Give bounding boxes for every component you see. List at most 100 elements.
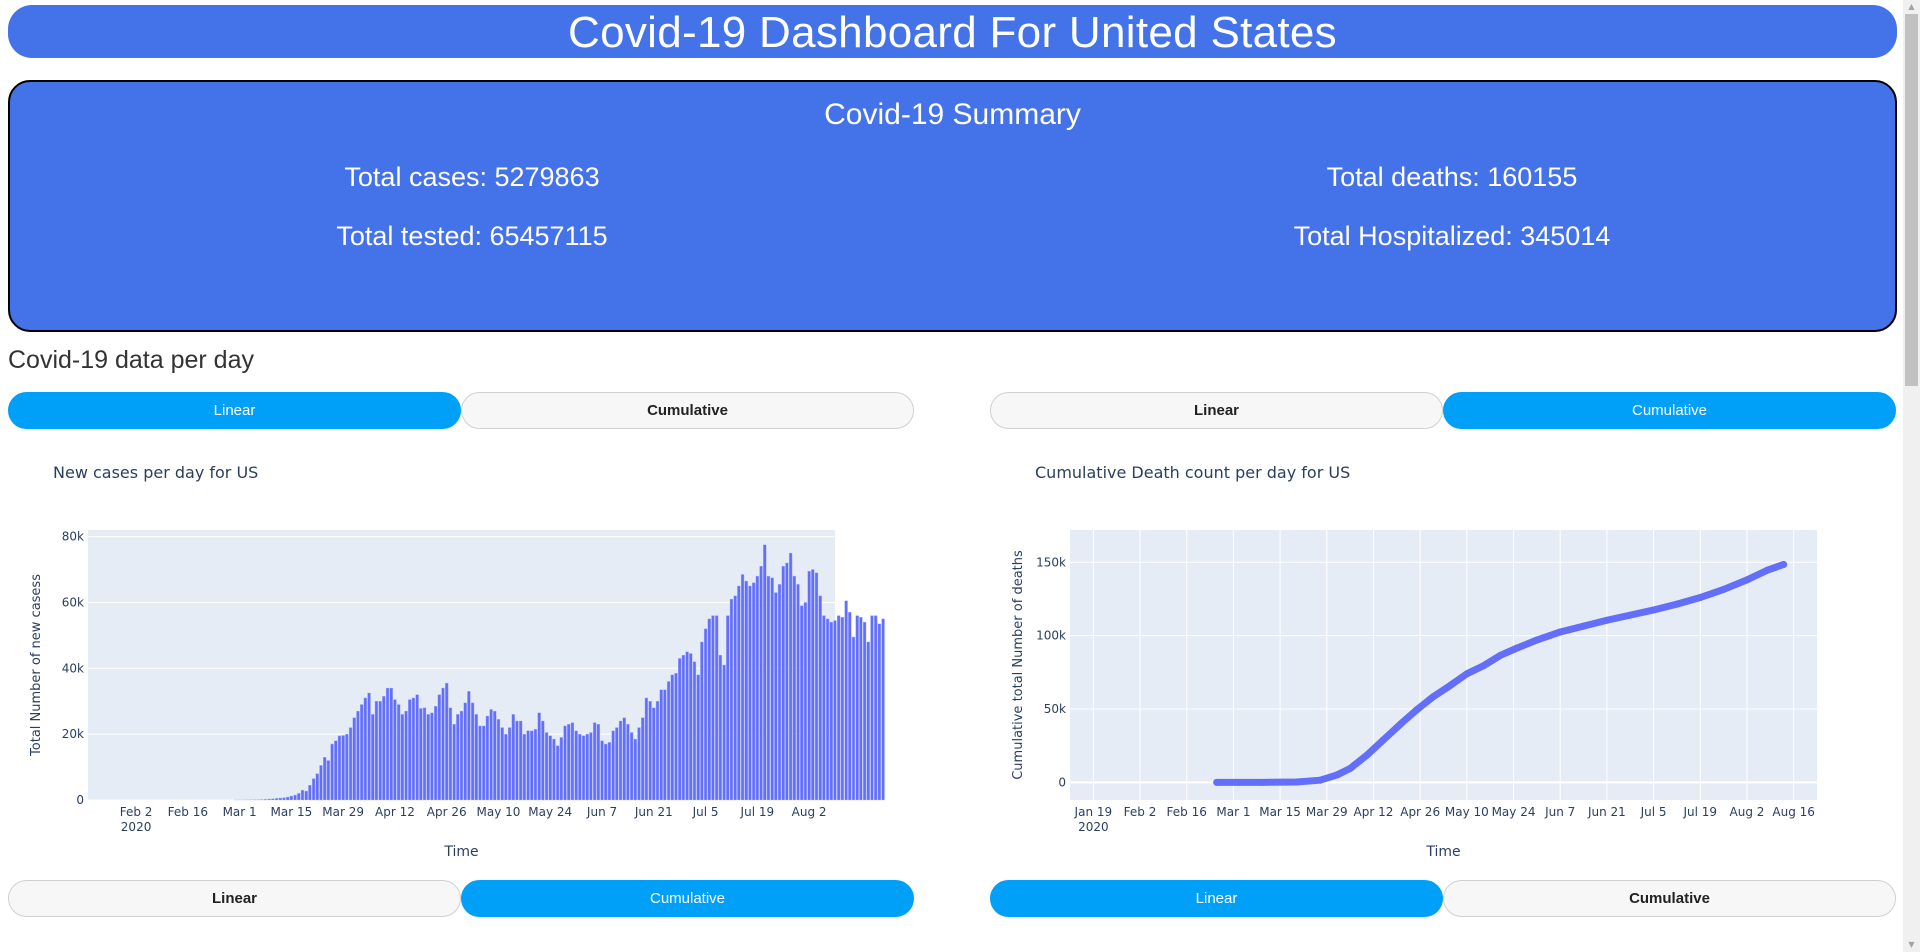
bar [411,697,416,801]
bar [286,796,290,801]
bar [374,701,379,801]
bar [604,743,608,801]
bar [689,653,693,801]
bar [319,765,323,801]
bar [681,654,686,801]
bar [637,727,641,801]
deaths-cumulative-button[interactable]: Cumulative [1443,392,1896,429]
section-title: Covid-19 data per day [8,346,254,374]
bar [837,615,841,801]
data-point [1696,594,1704,601]
bar [611,730,615,801]
bar [485,715,490,801]
bar [685,651,689,801]
cases-linear-button[interactable]: Linear [8,392,461,429]
bar [507,727,512,801]
data-point [1333,771,1341,779]
cases-bar-chart[interactable]: 0 20k 40k 60k 80k Feb 22020 Feb 16 Mar 1 Mar 15 M… [0,500,960,870]
bar [348,727,353,801]
bar [363,697,367,801]
bar [844,600,848,801]
bar [674,673,678,801]
bottom-right-linear-button[interactable]: Linear [990,880,1443,917]
page-scrollbar[interactable]: ▲ ▼ [1903,0,1920,952]
bar [622,717,626,801]
bar [315,773,319,801]
bar [367,692,371,801]
bar [400,714,404,801]
x-tick-label: Aug 2 [792,805,827,819]
bar [866,641,870,801]
x-tick-label: May 10 [477,805,521,819]
bottom-right-cumulative-button[interactable]: Cumulative [1443,880,1896,917]
bar [519,720,523,801]
bar [533,729,538,801]
bar [670,674,674,801]
y-axis-label: Total Number of new casess [29,574,44,757]
deaths-line-chart[interactable]: 0 50k 100k 150k Jan 192020 Feb 2 Feb 16 Mar 1 Ma… [960,500,1903,870]
x-tick-label: Feb 16 [1167,805,1207,819]
bar [389,687,393,801]
scroll-down-arrow-icon[interactable]: ▼ [1903,938,1920,952]
x-tick-label: Jan 19 [1074,805,1113,819]
scroll-up-arrow-icon[interactable]: ▲ [1903,0,1920,14]
bar [552,738,556,801]
data-point [1673,600,1681,608]
bar [833,620,837,801]
x-tick-label: Aug 16 [1772,805,1815,819]
x-tick-label: Jul 5 [692,805,719,819]
bar [570,722,575,801]
bar [304,790,308,801]
bar [371,714,375,801]
data-point [1259,778,1267,786]
bar [526,730,530,801]
bar [607,742,612,801]
bar [626,724,630,801]
x-tick-label: May 24 [1492,805,1536,819]
bar [430,712,434,801]
y-tick-label: 80k [62,530,84,544]
bar [515,720,519,801]
bar [544,732,549,801]
bar [629,732,634,801]
bar [711,615,715,801]
bar [267,798,271,801]
bar [659,689,663,801]
bar [596,724,600,801]
bar [829,621,833,801]
data-point [1396,720,1404,728]
bar [278,797,282,801]
x-tick-year-label: 2020 [1078,820,1109,834]
data-point [1626,611,1634,619]
bar [700,641,704,801]
bar [862,621,867,801]
bar [752,582,756,801]
dashboard-page: Covid-19 Dashboard For United States Cov… [0,0,1903,952]
data-point [1556,628,1564,636]
bar [737,585,741,801]
bar [692,661,697,801]
data-point [1213,778,1221,786]
bar [726,615,730,801]
cases-cumulative-button[interactable]: Cumulative [461,392,914,429]
x-tick-label: Feb 16 [168,805,208,819]
bar [300,789,305,801]
y-tick-label: 50k [1044,702,1066,716]
bar [641,717,645,801]
bottom-left-cumulative-button[interactable]: Cumulative [461,880,914,917]
data-point [1650,606,1658,614]
bar [655,701,660,801]
bar [881,618,885,801]
y-tick-label: 40k [62,661,84,675]
data-point [1463,670,1471,678]
y-tick-label: 20k [62,727,84,741]
deaths-linear-button[interactable]: Linear [990,392,1443,429]
x-tick-label: Apr 26 [1400,805,1440,819]
bar [877,623,882,801]
bar [777,584,782,801]
data-point [1763,566,1771,574]
bottom-left-linear-button[interactable]: Linear [8,880,461,917]
x-tick-label: Jul 19 [1683,805,1718,819]
bar [352,717,356,801]
scroll-thumb[interactable] [1905,14,1918,386]
